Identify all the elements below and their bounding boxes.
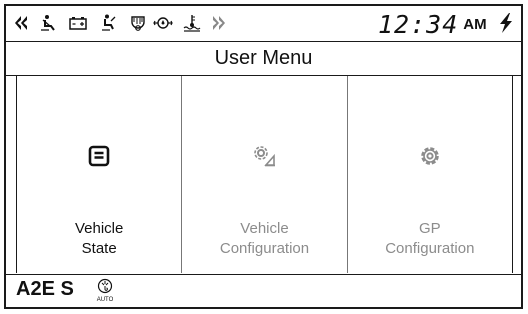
seat-belt-icon: [39, 13, 59, 33]
right-turn-signal-icon: [209, 13, 229, 33]
clock: 12:34 AM: [378, 8, 487, 40]
menu-item-label: Vehicle Configuration: [219, 220, 310, 257]
display-screen: 12:34 AM User Menu Vehicle State Vehicle: [4, 4, 523, 309]
vehicle-settings-icon: [252, 144, 276, 168]
auto-idle-icon: AUTO: [94, 277, 116, 303]
menu-item-vehicle-configuration[interactable]: Vehicle Configuration: [181, 76, 346, 273]
clock-ampm: AM: [463, 15, 487, 33]
document-icon: [87, 144, 111, 168]
footer-bar: A2E S AUTO: [6, 274, 521, 307]
mode-indicator: A2E S: [16, 278, 74, 300]
page-title-bar: User Menu: [6, 42, 521, 76]
left-turn-signal-icon: [12, 13, 32, 33]
lightning-icon: [497, 12, 515, 34]
air-filter-icon: [128, 13, 148, 33]
menu-item-label: Vehicle State: [74, 220, 124, 257]
gear-icon: [418, 144, 442, 168]
menu-item-label: GP Configuration: [385, 220, 475, 257]
battery-icon: [68, 13, 88, 33]
svg-text:AUTO: AUTO: [97, 297, 114, 303]
coolant-temperature-icon: [182, 13, 202, 33]
page-title: User Menu: [214, 47, 313, 69]
menu-item-gp-configuration[interactable]: GP Configuration: [346, 76, 512, 273]
clock-time: 12:34: [378, 9, 459, 39]
operator-presence-icon: [99, 13, 119, 33]
user-menu-grid: Vehicle State Vehicle Configuration GP C…: [16, 76, 513, 273]
status-bar: 12:34 AM: [6, 6, 521, 42]
menu-item-vehicle-state[interactable]: Vehicle State: [17, 76, 181, 273]
oil-pressure-icon: [153, 13, 173, 33]
